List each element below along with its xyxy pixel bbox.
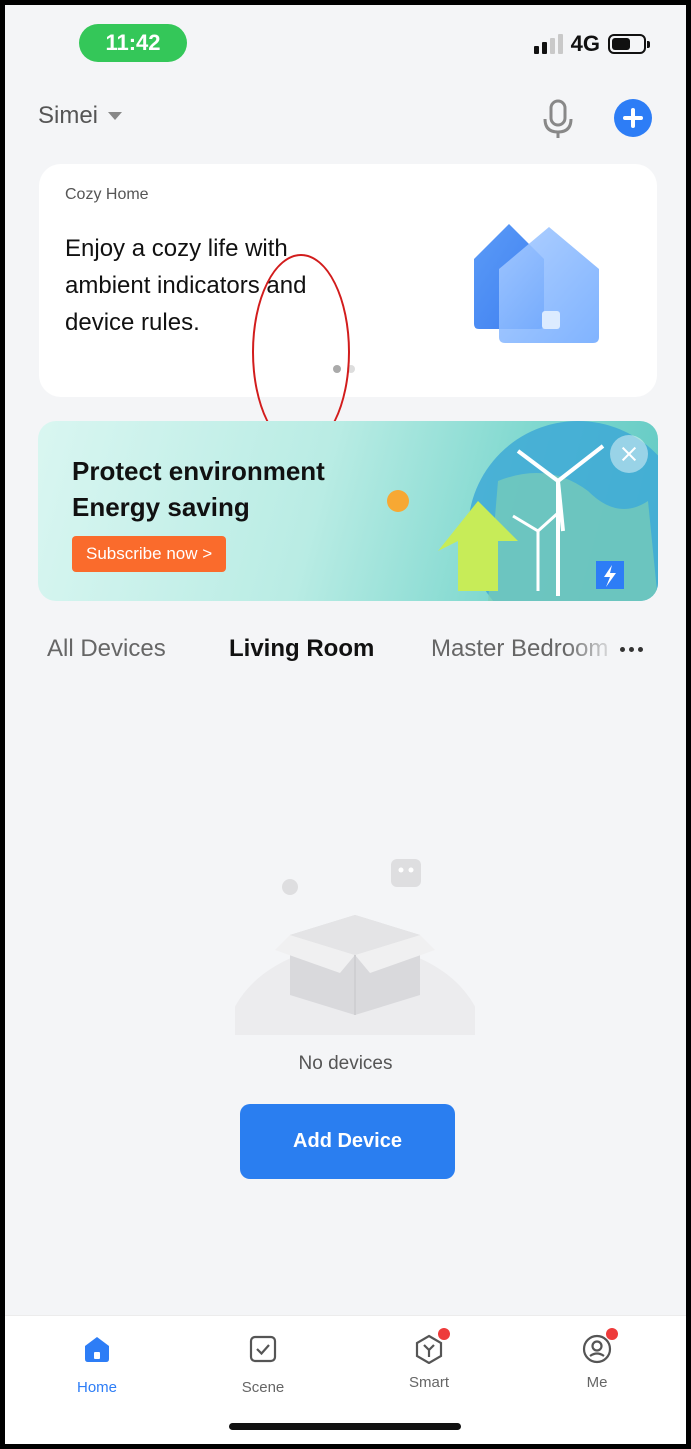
nav-home[interactable]: Home — [47, 1334, 147, 1396]
signal-icon — [533, 34, 563, 54]
more-icon[interactable] — [620, 647, 643, 652]
home-indicator[interactable] — [229, 1423, 461, 1430]
nav-scene[interactable]: Scene — [213, 1334, 313, 1396]
add-button[interactable] — [614, 99, 652, 137]
notification-badge — [606, 1328, 618, 1340]
checkbox-icon — [249, 1335, 277, 1363]
microphone-icon[interactable] — [540, 97, 576, 141]
home-selector[interactable]: Simei — [38, 102, 123, 130]
banner-title: Protect environment Energy saving — [72, 456, 325, 522]
home-name: Simei — [38, 102, 99, 129]
battery-icon — [608, 34, 650, 54]
empty-box-illustration — [235, 859, 475, 1035]
house-icon — [474, 224, 599, 343]
room-tabs: All Devices Living Room Master Bedroom — [5, 635, 686, 675]
subscribe-button[interactable]: Subscribe now > — [72, 536, 227, 572]
tab-living-room[interactable]: Living Room — [229, 635, 374, 663]
nav-me[interactable]: Me — [547, 1328, 647, 1391]
add-device-button[interactable]: Add Device — [240, 1104, 455, 1179]
home-icon — [85, 1337, 109, 1362]
notification-badge — [438, 1328, 450, 1340]
status-indicators: 4G — [533, 29, 650, 59]
tab-all-devices[interactable]: All Devices — [47, 635, 166, 663]
app-screen: 11:42 4G Simei Cozy Home Enjoy a cozy li… — [5, 5, 686, 1444]
energy-saving-banner[interactable]: Protect environment Energy saving Subscr… — [38, 421, 658, 601]
empty-state-message: No devices — [298, 1053, 393, 1074]
card-label: Cozy Home — [65, 186, 149, 203]
network-type: 4G — [570, 31, 600, 56]
nav-smart[interactable]: Smart — [379, 1328, 479, 1391]
status-time: 11:42 — [79, 24, 187, 62]
caret-down-icon — [108, 112, 123, 120]
close-icon[interactable] — [610, 435, 648, 473]
